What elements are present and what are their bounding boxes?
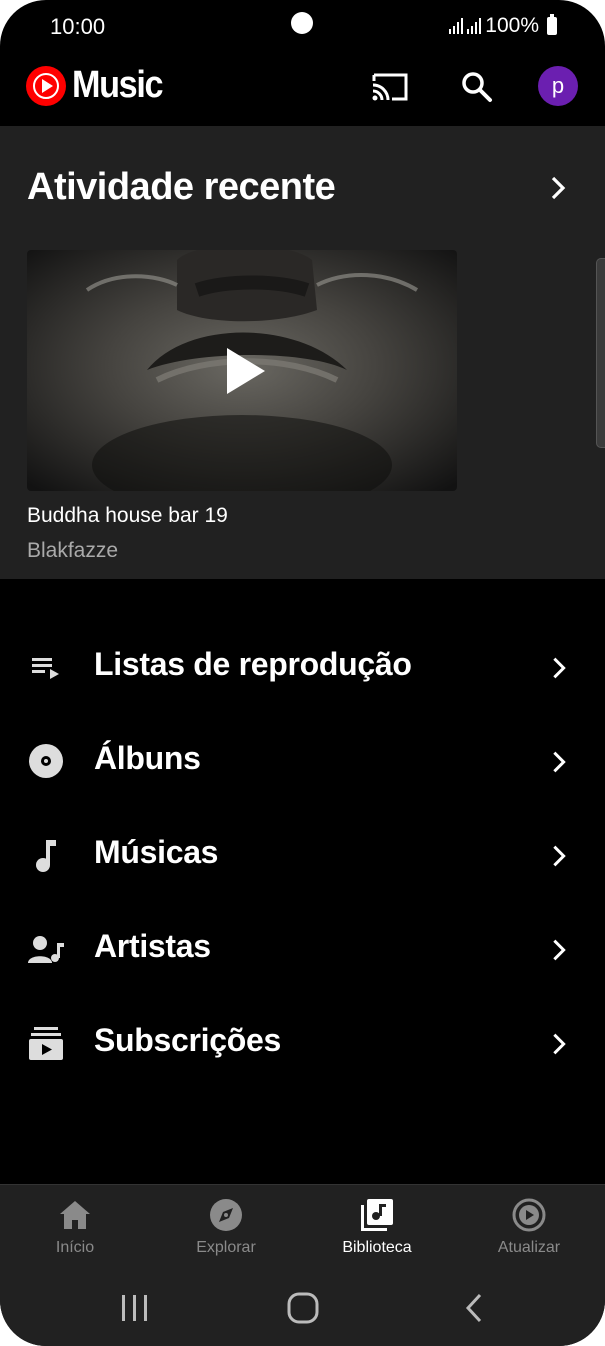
music-note-icon — [26, 835, 66, 875]
track-title[interactable]: Buddha house bar 19 — [27, 504, 228, 528]
recent-apps-icon[interactable] — [119, 1292, 151, 1329]
playlist-icon — [26, 647, 66, 687]
library-item-subscriptions[interactable]: Subscrições — [0, 996, 605, 1090]
phone-screen: 10:00 100% Music p Atividade recente Bud… — [0, 0, 605, 1346]
home-icon — [57, 1197, 93, 1233]
library-item-playlists[interactable]: Listas de reprodução — [0, 620, 605, 714]
bottom-navigation: Início Explorar Biblioteca Atualizar — [0, 1184, 605, 1270]
logo-icon — [26, 65, 66, 106]
youtube-music-logo[interactable]: Music — [26, 64, 172, 107]
search-icon[interactable] — [455, 65, 499, 109]
cast-icon[interactable] — [368, 65, 412, 109]
status-bar: 10:00 100% — [0, 0, 605, 56]
chevron-right-icon — [546, 937, 572, 968]
nav-label: Biblioteca — [342, 1239, 412, 1256]
nav-library[interactable]: Biblioteca — [302, 1197, 452, 1257]
chevron-right-icon — [546, 749, 572, 780]
chevron-right-icon — [546, 655, 572, 686]
artist-icon — [26, 929, 66, 969]
library-item-artists[interactable]: Artistas — [0, 902, 605, 996]
library-item-label: Artistas — [94, 928, 211, 964]
battery-icon — [547, 14, 557, 35]
library-item-songs[interactable]: Músicas — [0, 808, 605, 902]
nav-explore[interactable]: Explorar — [151, 1197, 301, 1257]
home-button-icon[interactable] — [286, 1292, 320, 1329]
section-title[interactable]: Atividade recente — [27, 166, 336, 209]
status-indicators: 100% — [449, 14, 557, 38]
album-thumbnail[interactable] — [27, 250, 457, 491]
recent-activity-section: Atividade recente Buddha house bar 19 Bl… — [0, 126, 605, 579]
back-icon[interactable] — [460, 1292, 488, 1329]
chevron-right-icon[interactable] — [544, 174, 572, 207]
nav-upgrade[interactable]: Atualizar — [454, 1197, 604, 1257]
status-time: 10:00 — [50, 14, 106, 39]
front-camera — [291, 12, 313, 34]
nav-label: Início — [55, 1239, 95, 1256]
track-artist[interactable]: Blakfazze — [27, 539, 118, 563]
library-item-label: Músicas — [94, 834, 219, 870]
library-item-label: Subscrições — [94, 1022, 282, 1058]
library-icon — [359, 1197, 395, 1233]
nav-home[interactable]: Início — [0, 1197, 150, 1257]
nav-label: Atualizar — [497, 1239, 561, 1256]
battery-percent: 100% — [485, 14, 539, 37]
subscriptions-icon — [26, 1023, 66, 1063]
play-icon[interactable] — [227, 348, 265, 394]
avatar-letter: p — [551, 73, 565, 98]
chevron-right-icon — [546, 843, 572, 874]
scroll-handle[interactable] — [596, 258, 605, 448]
library-item-label: Listas de reprodução — [94, 646, 412, 682]
library-item-label: Álbuns — [94, 740, 201, 776]
signal-icon — [449, 18, 464, 34]
album-icon — [26, 741, 66, 781]
compass-icon — [208, 1197, 244, 1233]
logo-text: Music — [72, 64, 164, 106]
nav-label: Explorar — [196, 1239, 256, 1256]
chevron-right-icon — [546, 1031, 572, 1062]
app-bar: Music p — [0, 56, 605, 126]
signal-icon-2 — [467, 18, 482, 34]
library-item-albums[interactable]: Álbuns — [0, 714, 605, 808]
upgrade-icon — [511, 1197, 547, 1233]
account-avatar[interactable]: p — [538, 66, 578, 106]
system-navigation-bar — [0, 1270, 605, 1346]
